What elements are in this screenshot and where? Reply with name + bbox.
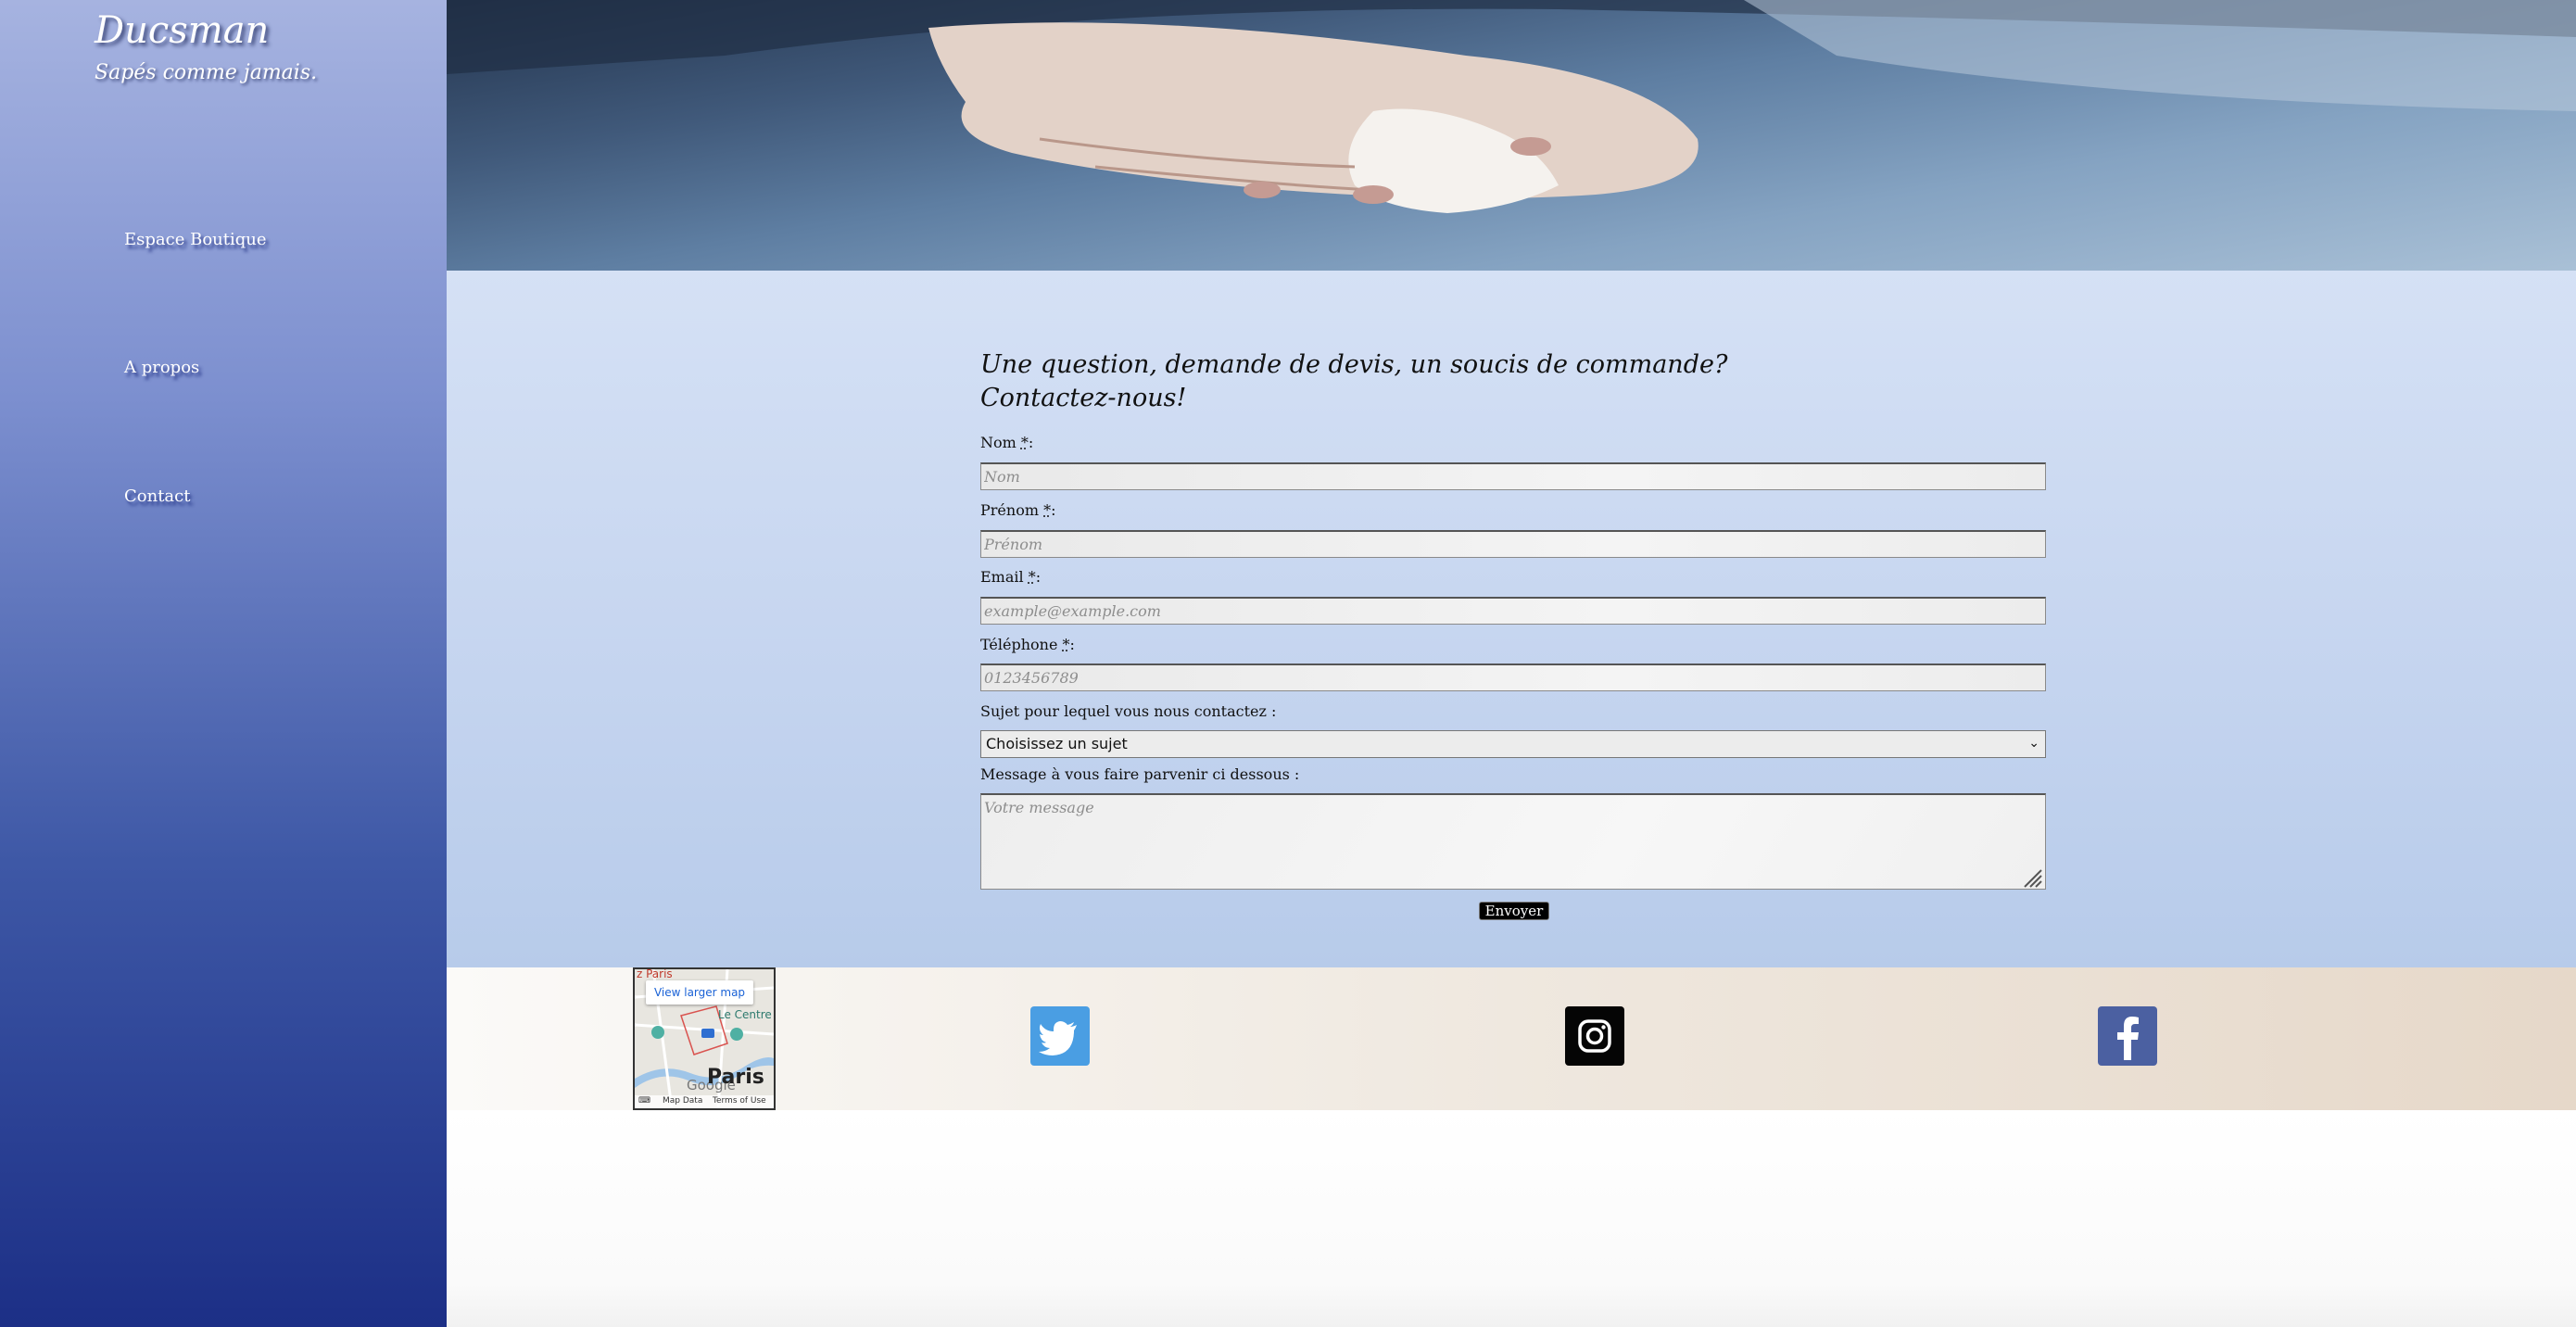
map-place-label: Le Centre <box>718 1008 772 1021</box>
sujet-select-value: Choisissez un sujet <box>986 735 1128 752</box>
resize-handle-icon[interactable] <box>2020 866 2042 888</box>
nav-item-contact[interactable]: Contact <box>124 487 190 506</box>
contact-heading-line1: Une question, demande de devis, un souci… <box>980 350 1728 379</box>
brand-tagline: Sapés comme jamais. <box>95 61 318 84</box>
instagram-link[interactable] <box>1565 1006 1624 1066</box>
chevron-down-icon: ⌄ <box>2028 736 2039 751</box>
contact-section: Une question, demande de devis, un souci… <box>447 271 2576 967</box>
prenom-label-suffix: : <box>1051 501 1056 519</box>
required-marker: * <box>1020 434 1029 451</box>
keyboard-icon[interactable]: ⌨ <box>638 1096 650 1106</box>
footer: z Paris View larger map Le Centre Google… <box>447 967 2576 1110</box>
terms-of-use-link[interactable]: Terms of Use <box>713 1096 766 1106</box>
twitter-link[interactable] <box>1030 1006 1090 1066</box>
message-textarea[interactable] <box>980 793 2046 890</box>
telephone-label-suffix: : <box>1069 636 1075 653</box>
map-footer: ⌨ Map Data Terms of Use <box>635 1095 774 1108</box>
email-input[interactable] <box>980 597 2046 625</box>
required-marker: * <box>1062 636 1070 653</box>
email-label-text: Email <box>980 568 1024 586</box>
map-city-label: Paris <box>707 1066 764 1089</box>
sujet-label: Sujet pour lequel vous nous contactez : <box>980 702 1277 720</box>
contact-heading: Une question, demande de devis, un souci… <box>980 348 1727 415</box>
email-label-suffix: : <box>1035 568 1042 586</box>
email-label: Email *: <box>980 568 1041 586</box>
page-bottom <box>447 1110 2576 1327</box>
sidebar: Ducsman Sapés comme jamais. Espace Bouti… <box>0 0 447 1327</box>
prenom-label: Prénom *: <box>980 501 1055 519</box>
prenom-label-text: Prénom <box>980 501 1039 519</box>
nav-item-a-propos[interactable]: A propos <box>124 358 199 377</box>
view-larger-map-link[interactable]: View larger map <box>646 980 753 1005</box>
nom-label-suffix: : <box>1028 434 1034 451</box>
nav-item-espace-boutique[interactable]: Espace Boutique <box>124 230 267 249</box>
facebook-link[interactable] <box>2098 1006 2157 1066</box>
send-button[interactable]: Envoyer <box>1479 902 1549 920</box>
required-marker: * <box>1028 568 1036 586</box>
message-label: Message à vous faire parvenir ci dessous… <box>980 765 1300 783</box>
prenom-input[interactable] <box>980 530 2046 558</box>
map-data-link[interactable]: Map Data <box>663 1096 702 1106</box>
required-marker: * <box>1043 501 1052 519</box>
hero-image <box>447 0 2576 271</box>
nom-label-text: Nom <box>980 434 1017 451</box>
instagram-icon <box>1578 1019 1611 1053</box>
twitter-icon <box>1039 1021 1077 1055</box>
telephone-label: Téléphone *: <box>980 636 1075 653</box>
nom-input[interactable] <box>980 462 2046 490</box>
hero-illustration <box>447 0 2576 213</box>
telephone-input[interactable] <box>980 664 2046 691</box>
telephone-label-text: Téléphone <box>980 636 1058 653</box>
map-embed[interactable]: z Paris View larger map Le Centre Google… <box>633 967 776 1110</box>
brand-logo[interactable]: Ducsman <box>95 9 269 52</box>
contact-heading-line2: Contactez-nous! <box>980 384 1187 412</box>
map-title: z Paris <box>637 967 673 980</box>
facebook-icon <box>2117 1017 2139 1060</box>
nom-label: Nom *: <box>980 434 1033 451</box>
sujet-select[interactable]: Choisissez un sujet ⌄ <box>980 730 2046 758</box>
